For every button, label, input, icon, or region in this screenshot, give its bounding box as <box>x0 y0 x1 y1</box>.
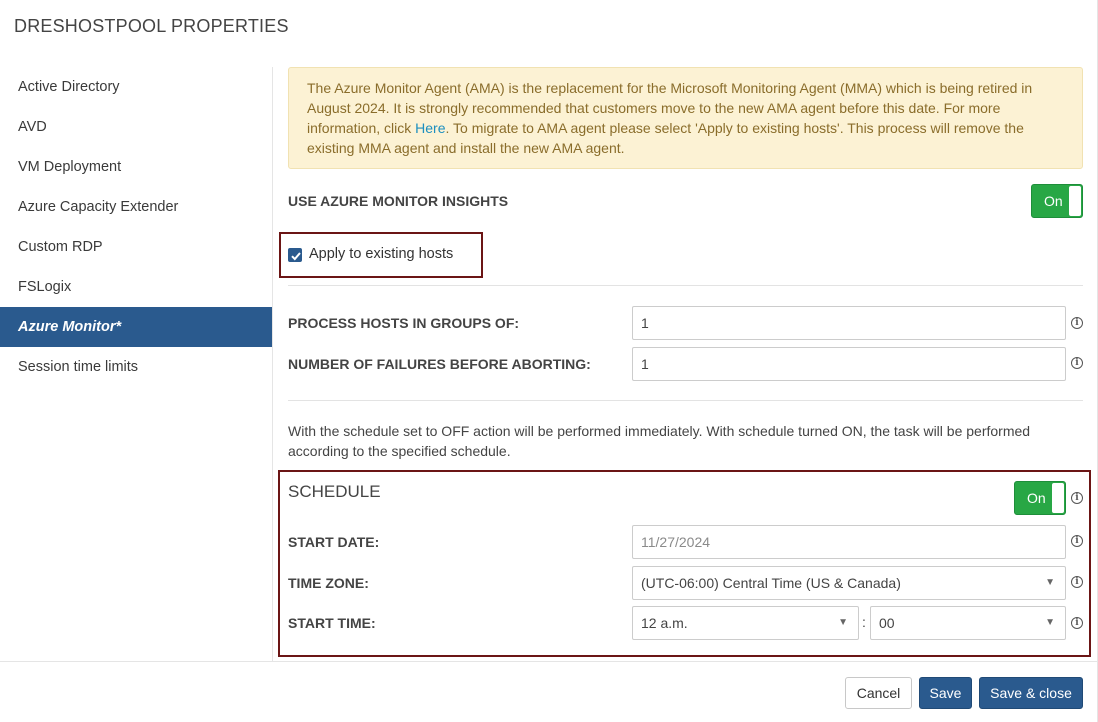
apply-existing-checkbox[interactable] <box>288 248 302 262</box>
sidebar-item-vm-deployment[interactable]: VM Deployment <box>0 147 272 187</box>
insights-label: USE AZURE MONITOR INSIGHTS <box>288 193 509 209</box>
start-date-input[interactable]: 11/27/2024 <box>632 525 1066 559</box>
schedule-title: SCHEDULE <box>288 482 381 501</box>
cancel-button[interactable]: Cancel <box>845 677 912 709</box>
start-minute-select[interactable]: 00 ▼ <box>870 606 1066 640</box>
sidebar-item-session-time-limits[interactable]: Session time limits <box>0 347 272 387</box>
info-icon[interactable]: i <box>1071 492 1083 504</box>
divider-2 <box>288 400 1083 401</box>
dialog-title: DRESHOSTPOOL PROPERTIES <box>14 16 289 36</box>
ama-migration-alert: The Azure Monitor Agent (AMA) is the rep… <box>288 67 1083 169</box>
save-close-button[interactable]: Save & close <box>979 677 1083 709</box>
time-separator: : <box>862 614 866 630</box>
chevron-down-icon: ▼ <box>1045 617 1055 628</box>
info-icon[interactable]: i <box>1071 357 1083 369</box>
sidebar-item-fslogix[interactable]: FSLogix <box>0 267 272 307</box>
failures-label: NUMBER OF FAILURES BEFORE ABORTING: <box>288 356 591 372</box>
start-hour-value: 12 a.m. <box>641 615 688 631</box>
sidebar-item-azure-capacity-extender[interactable]: Azure Capacity Extender <box>0 187 272 227</box>
toggle-knob <box>1069 186 1081 216</box>
chevron-down-icon: ▼ <box>838 617 848 628</box>
insights-toggle-label: On <box>1044 193 1063 209</box>
insights-toggle[interactable]: On <box>1031 184 1083 218</box>
time-zone-select[interactable]: (UTC-06:00) Central Time (US & Canada) ▼ <box>632 566 1066 600</box>
info-icon[interactable]: i <box>1071 576 1083 588</box>
properties-dialog: DRESHOSTPOOL PROPERTIES Active Directory… <box>0 0 1098 722</box>
apply-existing-label: Apply to existing hosts <box>309 246 454 262</box>
sidebar-item-active-directory[interactable]: Active Directory <box>0 67 272 107</box>
footer-divider <box>0 661 1098 662</box>
schedule-toggle[interactable]: On <box>1014 481 1066 515</box>
sidebar-nav: Active Directory AVD VM Deployment Azure… <box>0 67 272 387</box>
info-icon[interactable]: i <box>1071 617 1083 629</box>
time-zone-value: (UTC-06:00) Central Time (US & Canada) <box>641 575 901 591</box>
checkmark-icon <box>291 252 301 261</box>
failures-input[interactable]: 1 <box>632 347 1066 381</box>
toggle-knob <box>1052 483 1064 513</box>
schedule-toggle-label: On <box>1027 490 1046 506</box>
save-button[interactable]: Save <box>919 677 972 709</box>
start-date-label: START DATE: <box>288 534 380 550</box>
sidebar-item-azure-monitor[interactable]: Azure Monitor* <box>0 307 272 347</box>
start-time-label: START TIME: <box>288 615 376 631</box>
schedule-note: With the schedule set to OFF action will… <box>288 423 1031 459</box>
start-hour-select[interactable]: 12 a.m. ▼ <box>632 606 859 640</box>
chevron-down-icon: ▼ <box>1045 577 1055 588</box>
alert-here-link[interactable]: Here <box>415 120 445 136</box>
info-icon[interactable]: i <box>1071 317 1083 329</box>
start-minute-value: 00 <box>879 615 895 631</box>
content-divider <box>272 67 273 661</box>
process-groups-input[interactable]: 1 <box>632 306 1066 340</box>
info-icon[interactable]: i <box>1071 535 1083 547</box>
divider-1 <box>288 285 1083 286</box>
sidebar-item-custom-rdp[interactable]: Custom RDP <box>0 227 272 267</box>
sidebar-item-avd[interactable]: AVD <box>0 107 272 147</box>
time-zone-label: TIME ZONE: <box>288 575 369 591</box>
process-groups-label: PROCESS HOSTS IN GROUPS OF: <box>288 315 520 331</box>
